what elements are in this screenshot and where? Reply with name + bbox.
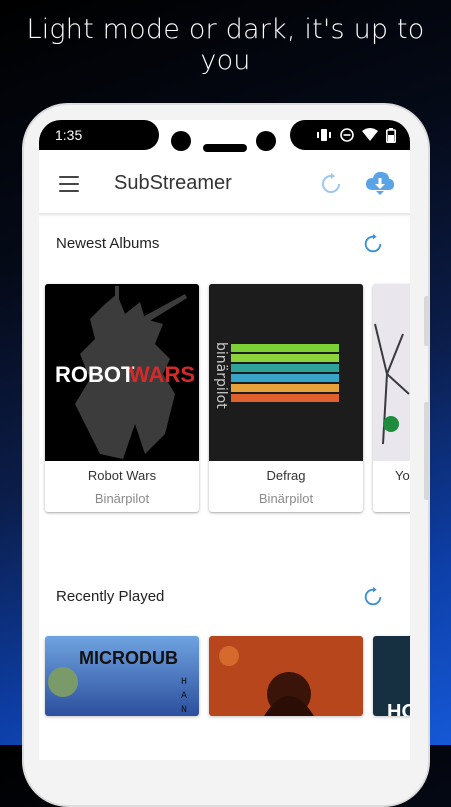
- front-camera-right: [256, 131, 276, 151]
- menu-icon[interactable]: [59, 176, 79, 192]
- album-card-recent-3[interactable]: HO: [373, 636, 410, 716]
- robot-silhouette-art: ROBOT WARS: [45, 284, 199, 461]
- do-not-disturb-icon: [340, 128, 354, 142]
- dark-cover-art: HO: [373, 636, 410, 716]
- front-camera-left: [171, 131, 191, 151]
- svg-text:MICRODUB: MICRODUB: [79, 648, 178, 668]
- app-title: SubStreamer: [114, 172, 232, 194]
- album-card-microdub[interactable]: MICRODUB H A N: [45, 636, 199, 716]
- album-artist: Binärpilot: [258, 491, 314, 506]
- svg-text:HO: HO: [387, 701, 410, 716]
- defrag-cover-art: binärpilot: [209, 284, 363, 461]
- album-title: Robot Wars: [87, 468, 157, 483]
- album-card-recent-2[interactable]: [209, 636, 363, 716]
- vibrate-icon: [317, 129, 331, 141]
- microdub-cover-art: MICRODUB H A N: [45, 636, 199, 716]
- album-card-robot-wars[interactable]: ROBOT WARS Robot Wars Binärpilot: [45, 284, 199, 512]
- wifi-icon: [362, 128, 378, 141]
- app-bar: SubStreamer: [39, 158, 410, 214]
- album-cover-partial: [373, 284, 410, 461]
- status-icons: [290, 120, 410, 150]
- svg-text:N: N: [181, 705, 187, 716]
- promo-headline: Light mode or dark, it's up to you: [26, 14, 425, 76]
- refresh-icon[interactable]: [362, 586, 384, 608]
- section-title-recently-played: Recently Played: [56, 588, 165, 605]
- red-portrait-cover-art: [209, 636, 363, 716]
- app-bar-divider: [39, 213, 410, 217]
- album-artist: Binärpilot: [94, 491, 150, 506]
- tree-cover-art: [373, 284, 410, 461]
- album-title: Yo: [395, 468, 410, 483]
- album-card-defrag[interactable]: binärpilot Defrag Binärpilot: [209, 284, 363, 512]
- svg-text:H: H: [181, 677, 187, 688]
- section-title-newest-albums: Newest Albums: [56, 235, 160, 252]
- phone-screen: 1:35 SubStreamer Newest Albums ROBOT WAR…: [39, 120, 410, 760]
- svg-text:WARS: WARS: [129, 362, 195, 387]
- phone-side-button-bottom: [424, 402, 429, 500]
- refresh-icon[interactable]: [362, 233, 384, 255]
- phone-side-button-top: [424, 296, 429, 346]
- battery-icon: [386, 127, 396, 143]
- cloud-download-icon[interactable]: [365, 170, 395, 196]
- album-title: Defrag: [266, 468, 306, 483]
- sync-refresh-icon[interactable]: [319, 172, 343, 196]
- status-time: 1:35: [39, 120, 159, 150]
- svg-text:binärpilot: binärpilot: [213, 342, 229, 409]
- svg-text:ROBOT: ROBOT: [55, 362, 135, 387]
- album-card-partial[interactable]: Yo: [373, 284, 410, 512]
- svg-text:A: A: [181, 691, 187, 702]
- earpiece-speaker: [203, 144, 247, 152]
- album-cover-defrag: binärpilot: [209, 284, 363, 461]
- album-cover-robot-wars: ROBOT WARS: [45, 284, 199, 461]
